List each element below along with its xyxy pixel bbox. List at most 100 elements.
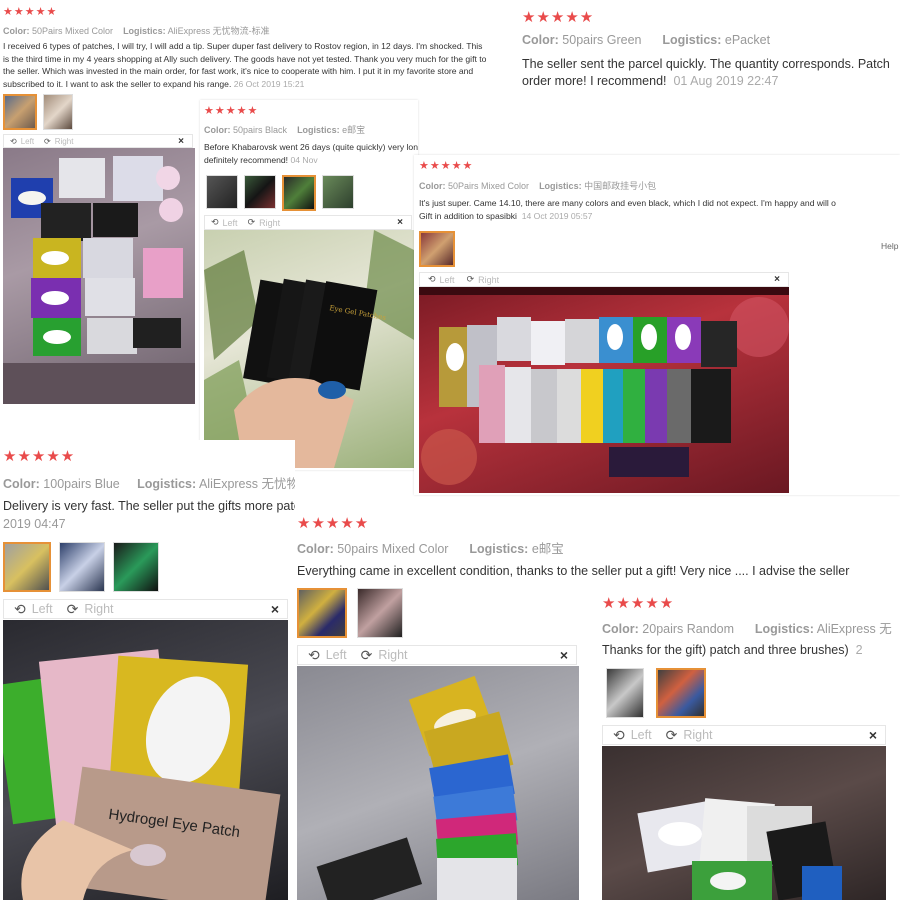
close-icon[interactable]: × (774, 274, 780, 285)
review-date: 26 Oct 2019 15:21 (233, 78, 305, 89)
review-photo[interactable] (3, 148, 195, 404)
review-thumbnail[interactable] (206, 175, 238, 209)
logistics-label: Logistics: (123, 26, 166, 36)
review-thumbnail[interactable] (59, 542, 105, 592)
color-value: 50pairs Green (562, 33, 642, 47)
rating-stars: ★★★★★ (3, 6, 58, 18)
review-text: Delivery is very fast. The seller put th… (3, 497, 295, 533)
color-label: Color: (297, 542, 334, 556)
review-body: The seller sent the parcel quickly. The … (522, 57, 890, 71)
close-icon[interactable]: × (560, 647, 568, 663)
review-thumbnail[interactable] (3, 94, 37, 130)
close-icon[interactable]: × (271, 601, 279, 617)
review-thumbnail[interactable] (656, 668, 706, 718)
thumbnail-strip (3, 542, 159, 592)
rotate-left-icon[interactable]: ⟲ (14, 601, 26, 618)
color-label: Color: (602, 622, 639, 636)
review-thumbnail[interactable] (244, 175, 276, 209)
review-card-3: ★★★★★ Color: 50pairs Black Logistics: e邮… (200, 100, 418, 470)
color-label: Color: (522, 33, 559, 47)
review-thumbnail[interactable] (113, 542, 159, 592)
rotate-right-icon[interactable]: ⟳ (666, 727, 678, 744)
rotate-left-label[interactable]: Left (21, 137, 34, 146)
close-icon[interactable]: × (397, 217, 403, 228)
color-value: 50pairs Black (233, 125, 288, 135)
thumbnail-strip (3, 94, 73, 130)
review-thumbnail[interactable] (282, 175, 316, 211)
rotate-left-label[interactable]: Left (32, 602, 53, 616)
thumbnail-strip (206, 175, 354, 211)
review-text: Before Khabarovsk went 26 days (quite qu… (204, 141, 418, 166)
rotate-right-label[interactable]: Right (84, 602, 113, 616)
review-text: I received 6 types of patches, I will tr… (3, 40, 491, 90)
rotate-right-icon[interactable]: ⟳ (248, 217, 256, 228)
rotate-left-icon[interactable]: ⟲ (211, 217, 219, 228)
review-card-4: ★★★★★ Color: 50Pairs Mixed Color Logisti… (414, 155, 900, 495)
rotate-left-icon[interactable]: ⟲ (428, 274, 436, 285)
close-icon[interactable]: × (869, 727, 877, 743)
rotate-left-icon[interactable]: ⟲ (308, 647, 320, 664)
image-viewer-toolbar: ⟲ Left ⟳ Right × (297, 645, 577, 665)
rotate-left-label[interactable]: Left (223, 218, 238, 228)
logistics-value: e邮宝 (531, 542, 564, 556)
color-label: Color: (3, 26, 30, 36)
review-thumbnail[interactable] (297, 588, 347, 638)
rotate-right-label[interactable]: Right (55, 137, 74, 146)
image-viewer-toolbar: ⟲ Left ⟳ Right × (3, 134, 193, 148)
eye-patch-packets-image (3, 156, 195, 404)
rating-stars: ★★★★★ (419, 160, 474, 172)
review-date: 14 Oct 2019 05:57 (521, 210, 593, 221)
review-photo[interactable] (419, 287, 789, 493)
review-thumbnail[interactable] (419, 231, 455, 267)
black-patch-packets-image: Eye Gel Patches (204, 230, 414, 468)
logistics-label: Logistics: (137, 477, 197, 491)
thumbnail-strip (297, 588, 403, 638)
rotate-left-label[interactable]: Left (440, 275, 455, 285)
review-text: The seller sent the parcel quickly. The … (522, 56, 900, 90)
logistics-value: ePacket (724, 33, 771, 47)
review-thumbnail[interactable] (322, 175, 354, 209)
review-card-2: ★★★★★ Color: 50pairs Green Logistics: eP… (520, 0, 900, 100)
rotate-right-label[interactable]: Right (478, 275, 499, 285)
rating-stars: ★★★★★ (522, 9, 595, 26)
review-text: Thanks for the gift) patch and three bru… (602, 641, 900, 659)
rotate-left-label[interactable]: Left (631, 728, 652, 742)
review-body: Everything came in excellent condition, … (297, 564, 850, 578)
review-thumbnail[interactable] (3, 542, 51, 592)
rotate-right-icon[interactable]: ⟳ (67, 601, 79, 618)
rotate-right-label[interactable]: Right (259, 218, 280, 228)
rating-stars: ★★★★★ (3, 448, 76, 465)
rotate-right-icon[interactable]: ⟳ (361, 647, 373, 664)
image-viewer-toolbar: ⟲ Left ⟳ Right × (204, 215, 412, 230)
review-photo[interactable] (297, 666, 579, 900)
hand-holding-patches-image (3, 649, 281, 900)
color-value: 50Pairs Mixed Color (448, 181, 530, 191)
review-date: 01 Aug 2019 22:47 (673, 74, 779, 88)
logistics-label: Logistics: (662, 33, 722, 47)
rotate-right-icon[interactable]: ⟳ (467, 274, 475, 285)
review-text: It's just super. Came 14.10, there are m… (419, 197, 900, 222)
review-photo[interactable] (602, 746, 886, 900)
image-viewer-toolbar: ⟲ Left ⟳ Right × (3, 599, 288, 619)
review-photo[interactable]: Eye Gel Patches (204, 230, 414, 468)
logistics-label: Logistics: (469, 542, 529, 556)
review-meta: Color: 20pairs Random Logistics: AliExpr… (602, 618, 892, 637)
close-icon[interactable]: × (178, 136, 184, 147)
review-photo[interactable]: Hydrogel Eye Patch (3, 620, 288, 900)
review-thumbnail[interactable] (357, 588, 403, 638)
review-thumbnail[interactable] (43, 94, 73, 130)
rotate-right-label[interactable]: Right (683, 728, 712, 742)
rotate-left-icon[interactable]: ⟲ (10, 137, 17, 146)
logistics-value: 中国邮政挂号小包 (584, 181, 657, 191)
rotate-right-label[interactable]: Right (378, 648, 407, 662)
logistics-value: AliExpress 无忧物流-标准 (198, 477, 295, 491)
review-thumbnail[interactable] (606, 668, 644, 718)
rotate-right-icon[interactable]: ⟳ (44, 137, 51, 146)
logistics-label: Logistics: (539, 181, 582, 191)
rotate-left-icon[interactable]: ⟲ (613, 727, 625, 744)
thumbnail-strip (606, 668, 706, 718)
rotate-left-label[interactable]: Left (326, 648, 347, 662)
help-link[interactable]: Help (881, 241, 898, 251)
review-meta: Color: 50pairs Mixed Color Logistics: e邮… (297, 538, 564, 557)
review-body: Delivery is very fast. The seller put th… (3, 499, 295, 513)
